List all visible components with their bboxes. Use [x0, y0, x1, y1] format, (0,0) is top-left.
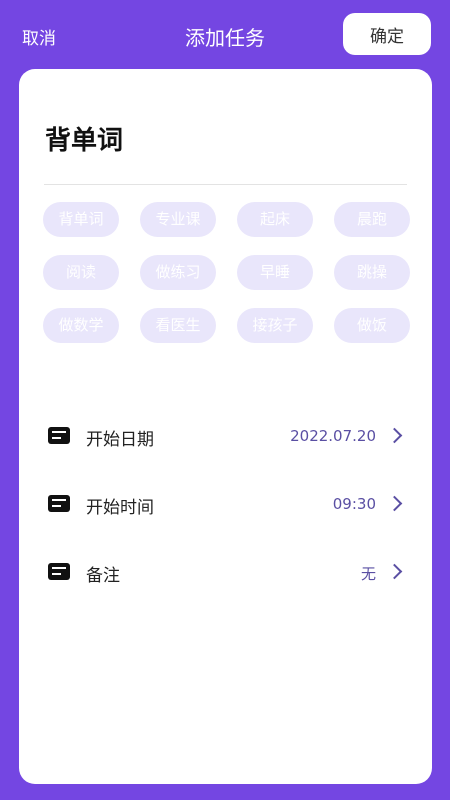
row-value: 无 [360, 565, 376, 583]
tag-chip[interactable]: 做数学 [43, 308, 119, 343]
tag-chip[interactable]: 做练习 [140, 255, 216, 290]
task-tag-grid: 背单词 专业课 起床 晨跑 阅读 做练习 早睡 跳操 做数学 看医生 接孩子 做… [43, 202, 410, 343]
chevron-right-icon [386, 563, 403, 580]
tag-chip[interactable]: 起床 [237, 202, 313, 237]
tag-chip[interactable]: 晨跑 [334, 202, 410, 237]
task-form-card: 背单词 背单词 专业课 起床 晨跑 阅读 做练习 早睡 跳操 做数学 看医生 接… [19, 69, 432, 784]
tag-chip[interactable]: 做饭 [334, 308, 410, 343]
list-icon [48, 563, 70, 580]
top-bar: 取消 添加任务 确定 [0, 0, 450, 70]
tag-chip[interactable]: 背单词 [43, 202, 119, 237]
confirm-button[interactable]: 确定 [343, 13, 431, 55]
tag-chip[interactable]: 早睡 [237, 255, 313, 290]
tag-chip[interactable]: 看医生 [140, 308, 216, 343]
start-date-row[interactable]: 开始日期 2022.07.20 [48, 422, 404, 452]
divider [44, 184, 407, 185]
row-label: 备注 [86, 566, 120, 586]
list-icon [48, 427, 70, 444]
note-row[interactable]: 备注 无 [48, 558, 404, 588]
chevron-right-icon [386, 495, 403, 512]
tag-chip[interactable]: 阅读 [43, 255, 119, 290]
chevron-right-icon [386, 427, 403, 444]
task-name-input[interactable]: 背单词 [45, 120, 123, 157]
row-label: 开始时间 [86, 498, 154, 518]
tag-chip[interactable]: 接孩子 [237, 308, 313, 343]
row-value: 09:30 [332, 495, 376, 513]
row-value: 2022.07.20 [290, 427, 376, 445]
tag-chip[interactable]: 跳操 [334, 255, 410, 290]
tag-chip[interactable]: 专业课 [140, 202, 216, 237]
row-label: 开始日期 [86, 430, 154, 450]
start-time-row[interactable]: 开始时间 09:30 [48, 490, 404, 520]
list-icon [48, 495, 70, 512]
